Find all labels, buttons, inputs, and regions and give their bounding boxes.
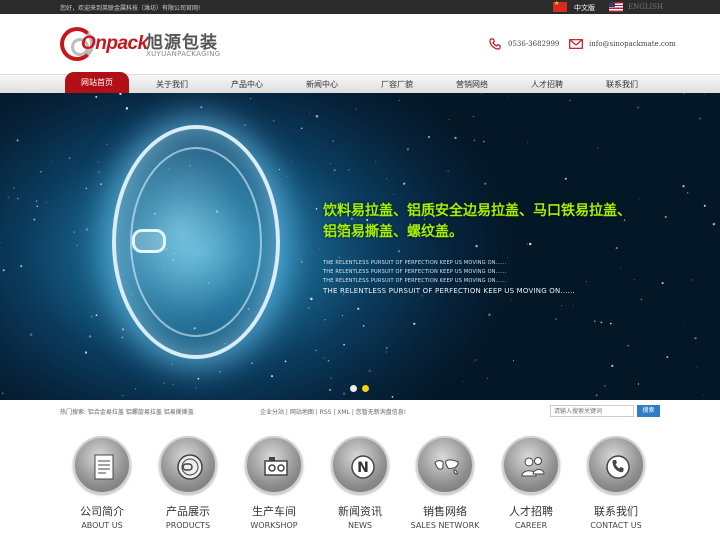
banner-tagline: THE RELENTLESS PURSUIT OF PERFECTION KEE… — [323, 278, 507, 284]
welcome-text: 您好，欢迎来到英联金属科技（潍坊）有限公司官网! — [60, 5, 201, 12]
banner-tagline: THE RELENTLESS PURSUIT OF PERFECTION KEE… — [323, 260, 507, 266]
lang-english-link[interactable]: ENGLISH — [628, 3, 663, 11]
search-button[interactable]: 搜索 — [637, 405, 660, 417]
world-map-icon[interactable] — [416, 436, 474, 494]
nav-item-news[interactable]: 新闻中心 — [290, 75, 354, 94]
feature-products[interactable]: 产品展示 PRODUCTS — [148, 436, 228, 530]
feature-label-cn: 人才招聘 — [509, 505, 553, 518]
banner-headline: 饮料易拉盖、铝质安全边易拉盖、马口铁易拉盖、 铝箔易撕盖、螺纹盖。 — [323, 201, 663, 243]
logo[interactable]: Onpack 旭源包装 XUYUANPACKAGING — [60, 27, 220, 61]
china-flag-icon[interactable] — [553, 0, 567, 12]
can-lid-icon[interactable] — [159, 436, 217, 494]
us-flag-icon[interactable] — [609, 2, 623, 12]
mail-icon — [569, 39, 583, 49]
feature-workshop[interactable]: 生产车间 WORKSHOP — [234, 436, 314, 530]
feature-about[interactable]: 公司简介 ABOUT US — [62, 436, 142, 530]
logo-english-name: XUYUANPACKAGING — [146, 50, 221, 58]
nav-item-factory[interactable]: 厂容厂貌 — [365, 75, 429, 94]
svg-text:N: N — [357, 460, 369, 476]
workshop-icon[interactable] — [245, 436, 303, 494]
feature-label-en: NEWS — [347, 521, 373, 530]
feature-label-cn: 产品展示 — [166, 505, 210, 518]
feature-shortcuts: 公司简介 ABOUT US 产品展示 PRODUCTS 生产车间 WORKSHO… — [0, 422, 720, 540]
starfield-background — [0, 93, 716, 400]
nav-item-home[interactable]: 网站首页 — [65, 72, 129, 94]
nav-item-about[interactable]: 关于我们 — [140, 75, 204, 94]
feature-label-cn: 新闻资讯 — [338, 505, 382, 518]
banner-headline-line-1: 饮料易拉盖、铝质安全边易拉盖、马口铁易拉盖、 — [323, 203, 631, 219]
nav-item-contact[interactable]: 联系我们 — [590, 75, 654, 94]
feature-label-cn: 联系我们 — [594, 505, 638, 518]
logo-wordmark: Onpack — [81, 33, 148, 54]
feature-label-en: ABOUT US — [81, 521, 123, 530]
feature-label-en: PRODUCTS — [165, 521, 211, 530]
feature-label-en: CAREER — [514, 521, 548, 530]
telephone-icon[interactable] — [587, 436, 645, 494]
phone-number: 0536-3682999 — [508, 40, 560, 48]
document-icon[interactable] — [73, 436, 131, 494]
slide-dot-2-active[interactable] — [362, 385, 369, 392]
top-bar: 您好，欢迎来到英联金属科技（潍坊）有限公司官网! 中文版 ENGLISH — [0, 0, 720, 14]
hot-searches[interactable]: 热门搜索: 铝合金易拉盖 铝螺旋易拉盖 铝易撕撕盖 — [60, 407, 194, 416]
info-bar: 热门搜索: 铝合金易拉盖 铝螺旋易拉盖 铝易撕撕盖 企业分站 | 网站地图 | … — [0, 400, 720, 422]
people-icon[interactable] — [502, 436, 560, 494]
feature-news[interactable]: N 新闻资讯 NEWS — [320, 436, 400, 530]
hero-banner[interactable]: 饮料易拉盖、铝质安全边易拉盖、马口铁易拉盖、 铝箔易撕盖、螺纹盖。 THE RE… — [0, 93, 720, 400]
header: Onpack 旭源包装 XUYUANPACKAGING 0536-3682999… — [0, 14, 720, 74]
feature-label-cn: 销售网络 — [423, 505, 467, 518]
feature-label-en: WORKSHOP — [250, 521, 298, 530]
feature-contact[interactable]: 联系我们 CONTACT US — [576, 436, 656, 530]
can-lid-pull-tab — [132, 229, 166, 253]
feature-label-en: SALES NETWORK — [410, 521, 480, 530]
slide-dot-1[interactable] — [350, 385, 357, 392]
feature-label-en: CONTACT US — [590, 521, 642, 530]
nav-item-careers[interactable]: 人才招聘 — [515, 75, 579, 94]
site-links[interactable]: 企业分站 | 网站地图 | RSS | XML | 您暂无新询盘信息! — [260, 407, 406, 416]
email-address[interactable]: info@sinopackmate.com — [589, 40, 676, 48]
banner-headline-line-2: 铝箔易撕盖、螺纹盖。 — [323, 224, 463, 240]
banner-tagline-large: THE RELENTLESS PURSUIT OF PERFECTION KEE… — [323, 287, 575, 295]
lang-chinese-link[interactable]: 中文版 — [574, 3, 595, 13]
search-input[interactable] — [550, 405, 634, 417]
feature-career[interactable]: 人才招聘 CAREER — [491, 436, 571, 530]
nav-item-marketing[interactable]: 营销网络 — [440, 75, 504, 94]
phone-icon — [489, 38, 501, 50]
feature-label-cn: 生产车间 — [252, 505, 296, 518]
can-lid-image — [112, 125, 280, 359]
banner-tagline: THE RELENTLESS PURSUIT OF PERFECTION KEE… — [323, 269, 507, 275]
feature-sales-network[interactable]: 销售网络 SALES NETWORK — [405, 436, 485, 530]
nav-item-products[interactable]: 产品中心 — [215, 75, 279, 94]
main-nav: 网站首页 关于我们 产品中心 新闻中心 厂容厂貌 营销网络 人才招聘 联系我们 — [0, 72, 720, 94]
feature-label-cn: 公司简介 — [80, 505, 124, 518]
news-icon[interactable]: N — [331, 436, 389, 494]
